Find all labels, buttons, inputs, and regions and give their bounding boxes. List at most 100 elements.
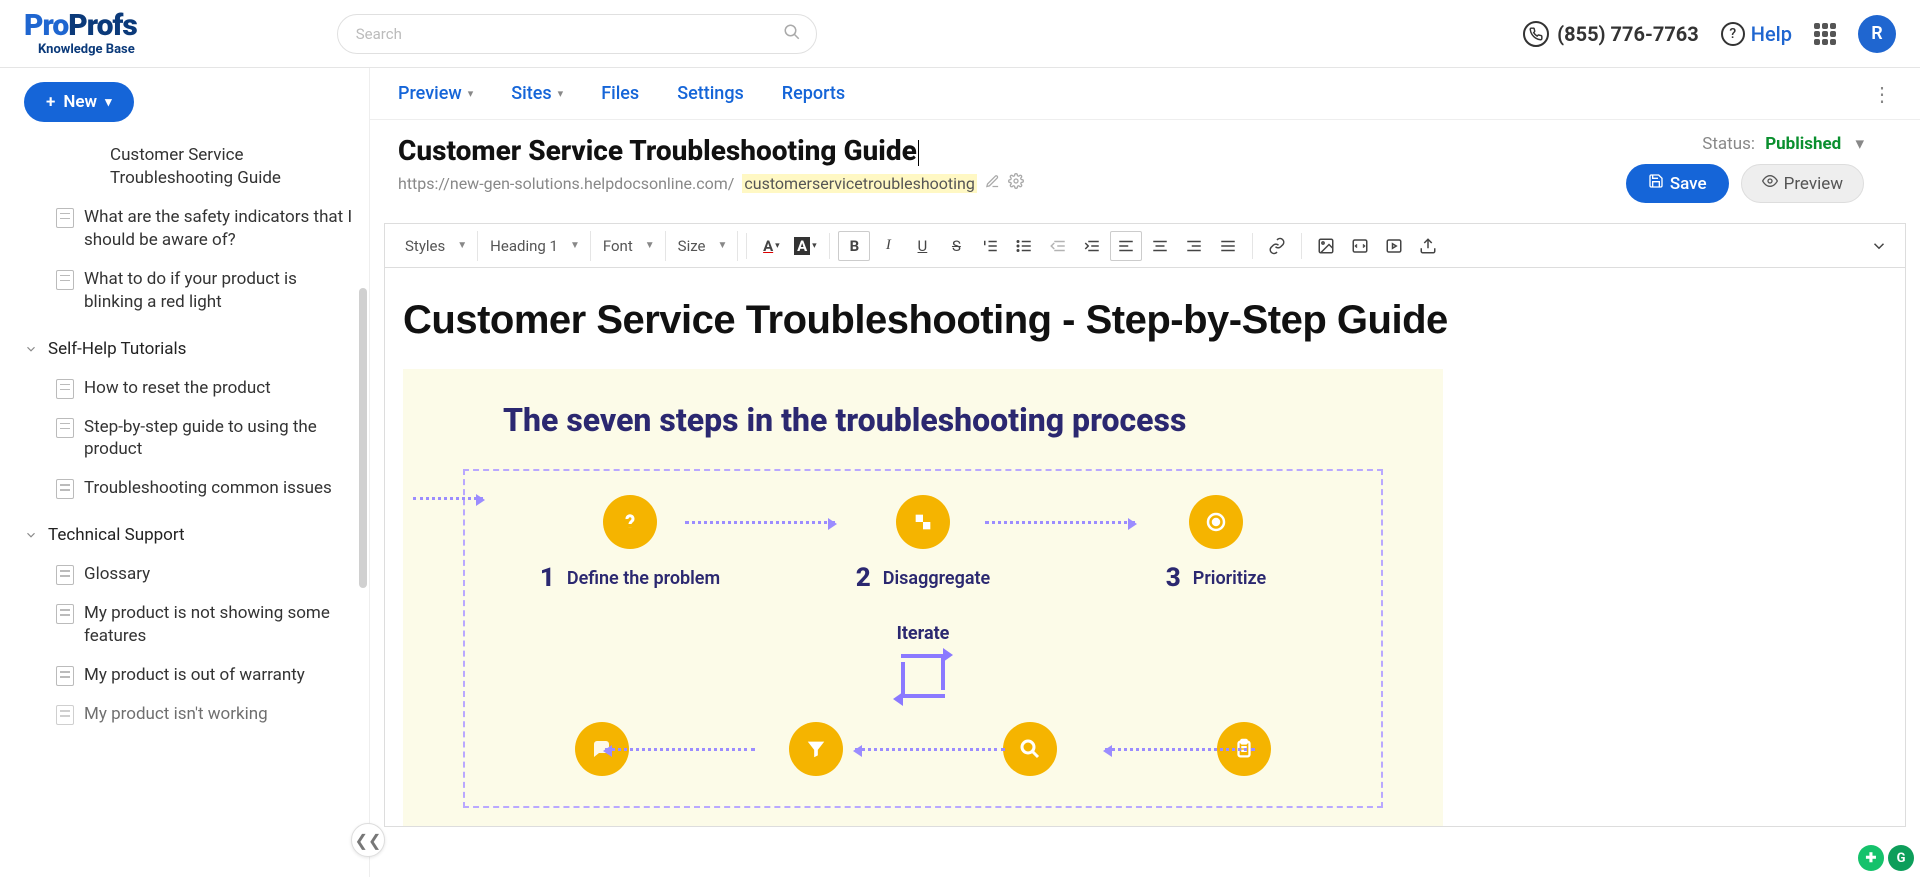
step-text: Define the problem bbox=[567, 568, 720, 589]
save-button[interactable]: Save bbox=[1626, 164, 1729, 203]
search-wrap bbox=[337, 14, 817, 54]
page-title[interactable]: Customer Service Troubleshooting Guide bbox=[398, 134, 919, 167]
avatar[interactable]: R bbox=[1858, 15, 1896, 53]
arrow-icon bbox=[985, 521, 1135, 524]
tree-item[interactable]: My product isn't working bbox=[20, 695, 359, 734]
tree-group-label: Self-Help Tutorials bbox=[48, 338, 186, 361]
gear-icon[interactable] bbox=[1008, 173, 1024, 193]
chevron-down-icon: ▼ bbox=[457, 240, 467, 251]
align-center-button[interactable] bbox=[1144, 231, 1176, 261]
layout: + New ▾ Customer Service Troubleshooting… bbox=[0, 68, 1920, 877]
italic-button[interactable]: I bbox=[872, 231, 904, 261]
heading-dropdown[interactable]: Heading 1▼ bbox=[480, 231, 591, 261]
new-button[interactable]: + New ▾ bbox=[24, 82, 134, 122]
status-line[interactable]: Status: Published ▾ bbox=[1702, 134, 1864, 154]
top-header: Pro Profs Knowledge Base (855) 776-7763 … bbox=[0, 0, 1920, 68]
tab-files[interactable]: Files bbox=[601, 83, 639, 104]
url-prefix: https://new-gen-solutions.helpdocsonline… bbox=[398, 174, 734, 193]
help-label: Help bbox=[1751, 22, 1792, 46]
sidebar-scrollbar[interactable] bbox=[359, 288, 367, 588]
diagram-image: The seven steps in the troubleshooting p… bbox=[403, 369, 1443, 827]
chevron-down-icon: ▾ bbox=[1855, 134, 1864, 154]
chevron-down-icon bbox=[24, 342, 38, 356]
tree-item[interactable]: My product is out of warranty bbox=[20, 656, 359, 695]
logo[interactable]: Pro Profs Knowledge Base bbox=[24, 11, 137, 56]
grammarly-icon[interactable]: ✚ bbox=[1858, 845, 1884, 871]
font-dropdown[interactable]: Font▼ bbox=[593, 231, 666, 261]
tree-item[interactable]: How to reset the product bbox=[20, 369, 359, 408]
save-icon bbox=[1648, 173, 1664, 194]
tree-item-active[interactable]: Customer Service Troubleshooting Guide bbox=[20, 136, 359, 198]
sidebar-collapse-button[interactable]: ❮❮ bbox=[351, 823, 385, 857]
help-link[interactable]: ? Help bbox=[1721, 22, 1792, 46]
diagram-title: The seven steps in the troubleshooting p… bbox=[503, 401, 1383, 439]
page-title-text: Customer Service Troubleshooting Guide bbox=[398, 134, 917, 167]
size-dropdown[interactable]: Size▼ bbox=[668, 231, 739, 261]
preview-button[interactable]: Preview bbox=[1741, 164, 1864, 203]
code-button[interactable] bbox=[1344, 231, 1376, 261]
video-button[interactable] bbox=[1378, 231, 1410, 261]
search-icon[interactable] bbox=[783, 23, 801, 45]
indent-button[interactable] bbox=[1076, 231, 1108, 261]
unordered-list-button[interactable] bbox=[1008, 231, 1040, 261]
align-left-button[interactable] bbox=[1110, 231, 1142, 261]
logo-subtitle: Knowledge Base bbox=[38, 43, 135, 56]
styles-dropdown[interactable]: Styles ▼ bbox=[395, 231, 478, 261]
tab-reports[interactable]: Reports bbox=[782, 83, 845, 104]
step-text: Prioritize bbox=[1193, 568, 1266, 589]
tab-sites[interactable]: Sites ▾ bbox=[511, 83, 563, 104]
ordered-list-button[interactable] bbox=[974, 231, 1006, 261]
tree-item[interactable]: Glossary bbox=[20, 555, 359, 594]
arrow-icon bbox=[855, 748, 1005, 751]
page-tree: Customer Service Troubleshooting Guide W… bbox=[0, 132, 369, 873]
floating-widgets: ✚ G bbox=[1858, 845, 1914, 871]
tree-item[interactable]: Step-by-step guide to using the product bbox=[20, 408, 359, 470]
title-right: Status: Published ▾ Save bbox=[1626, 134, 1892, 203]
upload-button[interactable] bbox=[1412, 231, 1444, 261]
kebab-menu-icon[interactable]: ⋮ bbox=[1872, 82, 1892, 106]
separator bbox=[829, 233, 830, 259]
steps-row-top: 1Define the problem 2Disaggregate 3Prior… bbox=[495, 495, 1351, 593]
tree-group-selfhelp[interactable]: Self-Help Tutorials bbox=[20, 330, 359, 369]
underline-button[interactable]: U bbox=[906, 231, 938, 261]
tab-preview[interactable]: Preview ▾ bbox=[398, 83, 473, 104]
tree-item[interactable]: Troubleshooting common issues bbox=[20, 469, 359, 508]
document-icon bbox=[56, 604, 74, 624]
document-icon bbox=[56, 479, 74, 499]
bg-color-button[interactable]: A▾ bbox=[789, 231, 821, 261]
tree-item[interactable]: My product is not showing some features bbox=[20, 594, 359, 656]
tree-group-technical[interactable]: Technical Support bbox=[20, 516, 359, 555]
tree-item[interactable]: What are the safety indicators that I sh… bbox=[20, 198, 359, 260]
tab-settings[interactable]: Settings bbox=[677, 83, 744, 104]
action-buttons: Save Preview bbox=[1626, 164, 1864, 203]
status-label: Status: bbox=[1702, 134, 1755, 154]
align-right-button[interactable] bbox=[1178, 231, 1210, 261]
title-left: Customer Service Troubleshooting Guide h… bbox=[398, 134, 1626, 193]
grammarly-icon[interactable]: G bbox=[1888, 845, 1914, 871]
search-input[interactable] bbox=[337, 14, 817, 54]
apps-icon[interactable] bbox=[1814, 23, 1836, 45]
arrow-icon bbox=[413, 497, 483, 500]
pencil-icon[interactable] bbox=[985, 174, 1000, 193]
text-color-button[interactable]: A▾ bbox=[755, 231, 787, 261]
question-icon bbox=[603, 495, 657, 549]
phone-icon bbox=[1523, 21, 1549, 47]
tree-item-label: How to reset the product bbox=[84, 377, 271, 400]
image-button[interactable] bbox=[1310, 231, 1342, 261]
header-right: (855) 776-7763 ? Help R bbox=[1523, 15, 1896, 53]
align-justify-button[interactable] bbox=[1212, 231, 1244, 261]
bold-button[interactable]: B bbox=[838, 231, 870, 261]
toolbar-expand-button[interactable] bbox=[1863, 231, 1895, 261]
step-label: 3Prioritize bbox=[1166, 563, 1266, 593]
outdent-button[interactable] bbox=[1042, 231, 1074, 261]
strike-button[interactable]: S bbox=[940, 231, 972, 261]
heading-label: Heading 1 bbox=[490, 237, 558, 255]
editor-body[interactable]: Customer Service Troubleshooting - Step-… bbox=[384, 267, 1906, 827]
link-button[interactable] bbox=[1261, 231, 1293, 261]
url-slug[interactable]: customerservicetroubleshooting bbox=[742, 174, 976, 193]
tree-item[interactable]: What to do if your product is blinking a… bbox=[20, 260, 359, 322]
phone-block[interactable]: (855) 776-7763 bbox=[1523, 21, 1699, 47]
logo-text: Pro Profs bbox=[24, 11, 137, 41]
logo-pro: Pro bbox=[24, 11, 68, 41]
styles-label: Styles bbox=[405, 237, 445, 255]
